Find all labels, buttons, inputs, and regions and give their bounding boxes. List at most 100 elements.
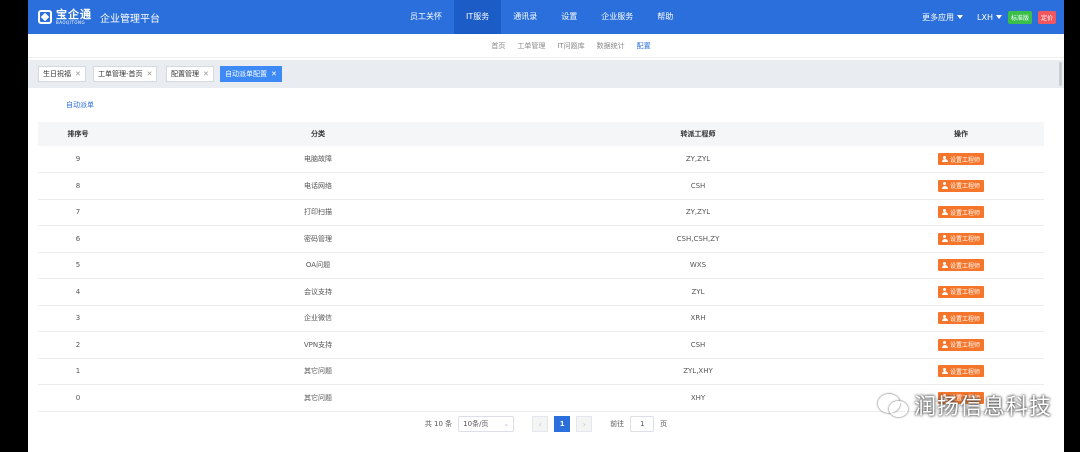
page-unit-label: 页 [660, 420, 668, 428]
tabs-scrollbar[interactable] [1059, 62, 1062, 86]
cell-category: 会议支持 [118, 278, 518, 306]
prev-page-button[interactable]: ‹ [532, 416, 549, 432]
cell-category: 企业微信 [118, 305, 518, 332]
table-row: 1 其它问题 ZYL,XHY 设置工程师 [38, 358, 1044, 385]
table-header-row: 排序号 分类 转派工程师 操作 [38, 122, 1044, 146]
sub-nav: 首页 工单管理 IT问题库 数据统计 配置 [28, 34, 1064, 58]
close-icon[interactable]: ✕ [75, 67, 81, 81]
cell-order: 1 [38, 358, 118, 385]
table-row: 6 密码管理 CSH,CSH,ZY 设置工程师 [38, 225, 1044, 253]
sub-nav-statistics[interactable]: 数据统计 [597, 41, 625, 51]
dispatch-table: 排序号 分类 转派工程师 操作 9 电脑故障 ZY,ZYL 设置工程师 8 电话网络 CSH… [38, 122, 1044, 412]
set-engineer-button[interactable]: 设置工程师 [937, 153, 984, 165]
sub-nav-home[interactable]: 首页 [491, 41, 505, 51]
user-icon [941, 288, 948, 295]
wechat-icon [878, 392, 908, 418]
cell-category: VPN支持 [118, 331, 518, 359]
main-nav-enterprise-service[interactable]: 企业服务 [589, 0, 645, 34]
app-window: 宝企通 BAOQITONG 企业管理平台 员工关怀 IT服务 通讯录 设置 企业… [28, 0, 1064, 452]
brand-logo[interactable]: 宝企通 BAOQITONG 企业管理平台 [38, 8, 160, 26]
cell-category: 其它问题 [118, 358, 518, 385]
cell-order: 9 [38, 146, 118, 173]
cell-order: 8 [38, 172, 118, 200]
edition-badge[interactable]: 标准版 [1007, 10, 1032, 24]
main-nav-employee-care[interactable]: 员工关怀 [398, 0, 454, 34]
tab-ticket-home[interactable]: 工单管理-首页 ✕ [93, 66, 158, 82]
goto-page-input[interactable]: 1 [630, 416, 655, 432]
logo-text-cn: 宝企通 [56, 8, 92, 21]
cell-engineers: CSH [518, 331, 878, 359]
set-engineer-button[interactable]: 设置工程师 [937, 338, 984, 351]
table-row: 7 打印扫描 ZY,ZYL 设置工程师 [38, 199, 1044, 226]
cell-order: 4 [38, 278, 118, 306]
close-icon[interactable]: ✕ [271, 67, 277, 81]
watermark: 润扬信息科技 [878, 387, 1052, 423]
app-title: 企业管理平台 [100, 13, 160, 25]
main-nav-help[interactable]: 帮助 [645, 0, 685, 34]
header-order: 排序号 [38, 122, 118, 146]
chevron-right-icon: › [582, 419, 586, 429]
set-engineer-button[interactable]: 设置工程师 [937, 365, 984, 378]
cell-category: 电话网络 [118, 172, 518, 200]
set-engineer-button[interactable]: 设置工程师 [937, 312, 984, 325]
cell-engineers: ZY,ZYL [518, 199, 878, 226]
chevron-down-icon [957, 15, 964, 19]
cell-engineers: ZYL,XHY [518, 358, 878, 385]
cell-engineers: XRH [518, 305, 878, 332]
sub-nav-config[interactable]: 配置 [637, 41, 651, 51]
set-engineer-button[interactable]: 设置工程师 [937, 179, 984, 192]
user-icon [941, 367, 948, 375]
top-right-area: 更多应用 LXH 标准版 定价 [922, 0, 1056, 34]
main-nav: 员工关怀 IT服务 通讯录 设置 企业服务 帮助 [398, 0, 685, 34]
user-icon [941, 314, 948, 322]
user-icon [941, 341, 948, 348]
pricing-badge[interactable]: 定价 [1037, 10, 1056, 24]
main-nav-it-service[interactable]: IT服务 [454, 0, 502, 34]
header-engineers: 转派工程师 [518, 122, 878, 146]
top-navigation-bar: 宝企通 BAOQITONG 企业管理平台 员工关怀 IT服务 通讯录 设置 企业… [28, 0, 1064, 34]
next-page-button[interactable]: › [576, 416, 593, 432]
cell-engineers: CSH,CSH,ZY [518, 225, 878, 253]
tab-config-management[interactable]: 配置管理 ✕ [166, 66, 214, 82]
table-row: 2 VPN支持 CSH 设置工程师 [38, 331, 1044, 359]
page-tabs-bar: 生日祝福 ✕ 工单管理-首页 ✕ 配置管理 ✕ 自动派单配置 ✕ [28, 60, 1064, 88]
set-engineer-button[interactable]: 设置工程师 [937, 285, 984, 298]
page-size-select[interactable]: 10条/页 ⌄ [458, 416, 515, 432]
close-icon[interactable]: ✕ [203, 67, 209, 81]
main-nav-contacts[interactable]: 通讯录 [501, 0, 549, 34]
user-icon [941, 208, 948, 216]
cell-order: 3 [38, 305, 118, 332]
more-apps-dropdown[interactable]: 更多应用 [922, 12, 964, 23]
table-body: 9 电脑故障 ZY,ZYL 设置工程师 8 电话网络 CSH 设置工程师 7 打印扫描 ZY,ZYL… [38, 146, 1044, 412]
main-nav-settings[interactable]: 设置 [549, 0, 589, 34]
table-row: 8 电话网络 CSH 设置工程师 [38, 172, 1044, 200]
table-row: 9 电脑故障 ZY,ZYL 设置工程师 [38, 146, 1044, 173]
table-row: 3 企业微信 XRH 设置工程师 [38, 305, 1044, 332]
cell-category: 电脑故障 [118, 146, 518, 173]
user-icon [941, 155, 948, 163]
cell-category: 密码管理 [118, 225, 518, 253]
chevron-down-icon [995, 15, 1002, 19]
header-category: 分类 [118, 122, 518, 146]
set-engineer-button[interactable]: 设置工程师 [937, 232, 984, 245]
cell-category: 其它问题 [118, 384, 518, 412]
cell-category: OA问题 [118, 252, 518, 279]
close-icon[interactable]: ✕ [147, 67, 153, 81]
sub-nav-tickets[interactable]: 工单管理 [517, 41, 545, 51]
cell-engineers: XHY [518, 384, 878, 412]
auto-dispatch-link[interactable]: 自动派单 [66, 100, 94, 110]
header-actions: 操作 [878, 122, 1044, 146]
set-engineer-button[interactable]: 设置工程师 [937, 259, 984, 272]
user-menu[interactable]: LXH [977, 13, 1002, 22]
table-row: 5 OA问题 WXS 设置工程师 [38, 252, 1044, 279]
sub-nav-it-faq[interactable]: IT问题库 [557, 41, 584, 51]
tab-auto-dispatch-config[interactable]: 自动派单配置 ✕ [220, 66, 282, 82]
user-icon [941, 182, 948, 189]
table-row: 4 会议支持 ZYL 设置工程师 [38, 278, 1044, 306]
chevron-down-icon: ⌄ [503, 420, 510, 428]
set-engineer-button[interactable]: 设置工程师 [937, 206, 984, 219]
tab-birthday-greeting[interactable]: 生日祝福 ✕ [38, 66, 86, 82]
cell-engineers: ZY,ZYL [518, 146, 878, 173]
total-count: 共 10 条 [424, 420, 453, 428]
page-number-current[interactable]: 1 [554, 416, 571, 432]
